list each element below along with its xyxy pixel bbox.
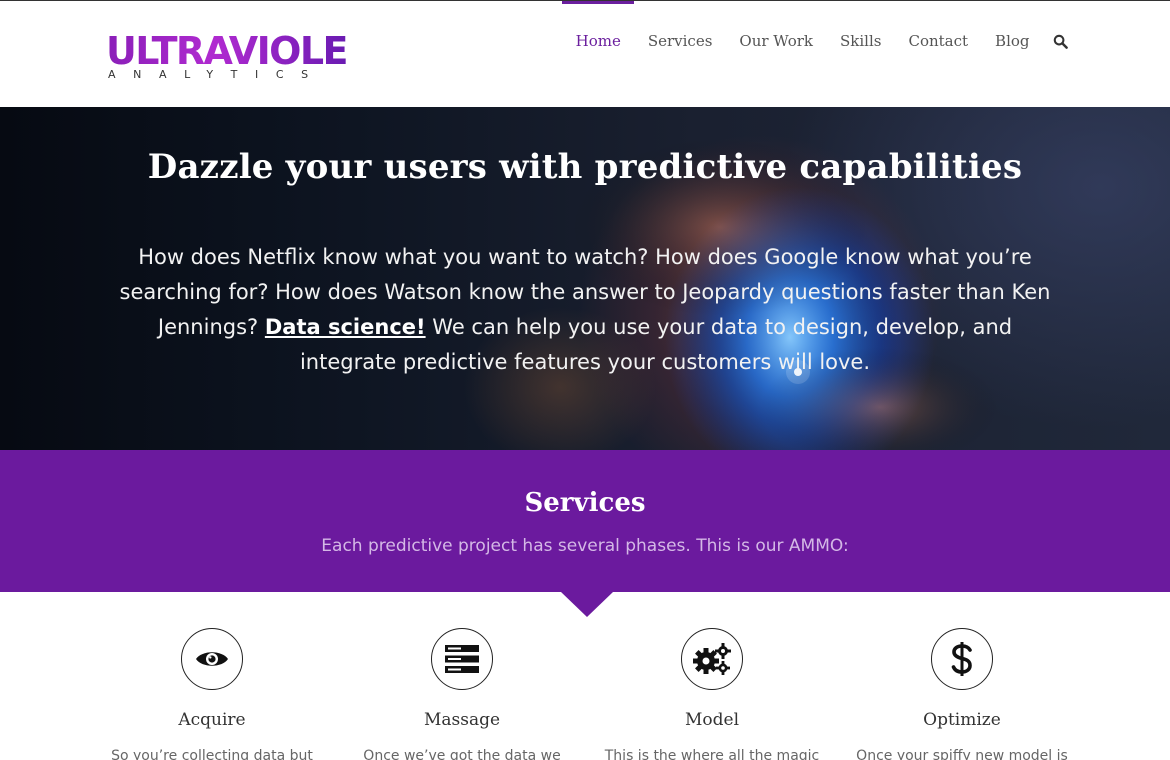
services-list: Acquire So you’re collecting data but Ma… [0,592,1170,760]
service-icon-circle [181,628,243,690]
data-science-link[interactable]: Data science! [265,315,426,339]
search-button[interactable] [1043,1,1070,81]
hero-banner: Dazzle your users with predictive capabi… [0,107,1170,450]
gears-icon [693,643,731,675]
logo-tagline: ANALYTICS [108,68,326,81]
service-description: Once we’ve got the data we [363,748,561,760]
hero-title: Dazzle your users with predictive capabi… [147,147,1023,187]
hero-description: How does Netflix know what you want to w… [110,240,1060,380]
nav-item-blog[interactable]: Blog [982,1,1043,81]
service-title: Acquire [178,710,246,730]
service-description: So you’re collecting data but [111,748,313,760]
site-header: ULTRAVIOLET ANALYTICS Home Services Our … [0,0,1170,107]
search-icon [1053,34,1068,49]
service-title: Massage [423,710,501,730]
logo-wordmark: ULTRAVIOLET [106,29,373,73]
main-nav: Home Services Our Work Skills Contact Bl… [562,1,1070,81]
nav-item-skills[interactable]: Skills [827,1,895,81]
nav-item-services[interactable]: Services [634,1,726,81]
nav-item-our-work[interactable]: Our Work [726,1,827,81]
service-title: Model [684,710,740,730]
services-title: Services [524,488,646,518]
service-icon-circle [431,628,493,690]
services-header-band: Services Each predictive project has sev… [0,450,1170,592]
service-description: Once your spiffy new model is [856,748,1068,760]
nav-item-home[interactable]: Home [562,1,635,81]
server-icon [445,645,479,673]
logo[interactable]: ULTRAVIOLET ANALYTICS [106,29,373,81]
service-description: This is the where all the magic [604,748,820,760]
service-icon-circle [931,628,993,690]
service-icon-circle [681,628,743,690]
eye-icon [196,652,228,666]
dollar-icon [951,642,972,676]
service-title: Optimize [923,710,1001,730]
nav-item-contact[interactable]: Contact [895,1,982,81]
services-subtitle: Each predictive project has several phas… [321,536,849,556]
